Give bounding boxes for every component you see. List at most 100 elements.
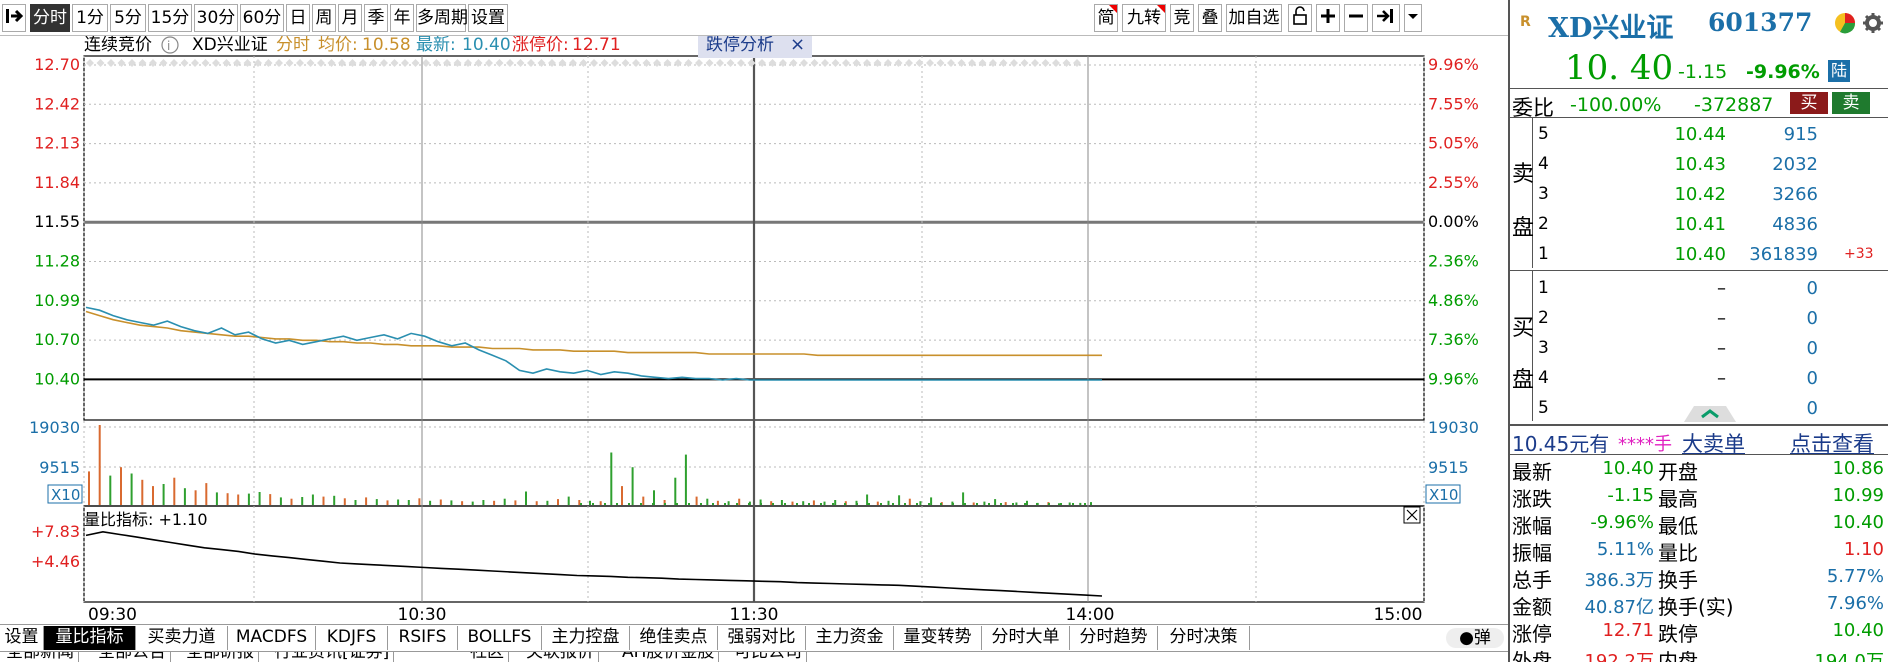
indicator-tab-6[interactable]: BOLLFS: [458, 626, 542, 650]
limit-diamond: [548, 59, 556, 67]
skip-icon[interactable]: [1372, 4, 1400, 32]
plus-icon[interactable]: [1316, 4, 1340, 32]
volume-bar: [397, 499, 400, 505]
news-tab-0[interactable]: 全部新闻: [2, 652, 79, 662]
period-tab-12[interactable]: 设置: [468, 4, 508, 32]
limit-diamond: [905, 59, 913, 67]
close-box-icon[interactable]: [1403, 506, 1421, 524]
time-label: 09:30: [88, 605, 137, 624]
indicator-tab-13[interactable]: 分时趋势: [1070, 626, 1158, 650]
buy-button[interactable]: 买: [1790, 92, 1828, 114]
period-tab-9[interactable]: 季: [364, 4, 388, 32]
stat-label: 涨幅: [1512, 514, 1552, 538]
limit-diamond: [296, 59, 304, 67]
limit-diamond: [537, 59, 546, 67]
pin-icon[interactable]: [2, 4, 26, 32]
tool-button-4[interactable]: 加自选: [1226, 4, 1282, 32]
dropdown-icon[interactable]: [1404, 4, 1422, 32]
volume-bars: [88, 425, 1092, 505]
period-tab-2[interactable]: 5分: [110, 4, 146, 32]
tool-button-3[interactable]: 叠: [1198, 4, 1222, 32]
volume-bar: [162, 484, 165, 505]
ask-level: 5: [1538, 124, 1549, 144]
limit-diamond: [359, 59, 367, 67]
indicator-tab-2[interactable]: 买卖力道: [136, 626, 228, 650]
bid-price: –: [1717, 308, 1726, 329]
stat-value: 5.77%: [1826, 566, 1884, 587]
indicator-tab-4[interactable]: KDJFS: [316, 626, 388, 650]
volume-bar: [429, 500, 432, 505]
indicator-tab-0[interactable]: 设置: [0, 626, 44, 650]
period-tab-0[interactable]: 分时: [30, 4, 70, 32]
gear-icon[interactable]: [1862, 12, 1884, 38]
indicator-tab-8[interactable]: 绝佳卖点: [630, 626, 718, 650]
limit-diamond: [674, 59, 682, 67]
news-tab-6[interactable]: AH股价金股: [618, 652, 720, 662]
pie-chart-icon[interactable]: [1834, 12, 1856, 38]
limit-diamond: [999, 59, 1008, 67]
stat-label: 最高: [1658, 487, 1698, 511]
period-tab-1[interactable]: 1分: [72, 4, 108, 32]
indicator-tab-5[interactable]: RSIFS: [388, 626, 458, 650]
sell-button[interactable]: 卖: [1832, 92, 1870, 114]
period-tab-6[interactable]: 日: [286, 4, 310, 32]
tool-button-1[interactable]: 九转: [1122, 4, 1166, 32]
volume-ratio-label: 量比指标: +1.10: [84, 510, 208, 529]
quote-panel: R XD兴业证 601377 10. 40 -1.15 -9.96% 陆 委比 …: [1508, 0, 1888, 662]
indicator-tab-14[interactable]: 分时决策: [1158, 626, 1250, 650]
limit-diamond: [705, 59, 714, 67]
indicator-tab-3[interactable]: MACDFS: [228, 626, 316, 650]
indicator-tab-11[interactable]: 量变转势: [894, 626, 982, 650]
limit-diamond: [684, 59, 693, 67]
period-tab-5[interactable]: 60分: [240, 4, 284, 32]
volume-bar: [493, 500, 496, 505]
tool-button-0[interactable]: 简: [1094, 4, 1118, 32]
stat-value: 194.0万: [1814, 651, 1884, 662]
limit-diamond: [348, 59, 357, 67]
news-tab-7[interactable]: 可比公司: [730, 652, 807, 662]
news-tab-2[interactable]: 全部研报: [182, 652, 259, 662]
volume-bar: [215, 492, 218, 505]
volume-tick-label-right: 19030: [1428, 418, 1479, 437]
limit-diamond-row: [86, 59, 1081, 67]
stat-value: 12.71: [1602, 620, 1654, 641]
volume-bar: [876, 501, 879, 505]
period-tab-7[interactable]: 周: [312, 4, 336, 32]
period-tab-8[interactable]: 月: [338, 4, 362, 32]
period-tab-10[interactable]: 年: [390, 4, 414, 32]
volume-bar: [748, 503, 750, 505]
period-tab-4[interactable]: 30分: [194, 4, 238, 32]
quote-change: -1.15: [1678, 61, 1728, 83]
indicator-tab-7[interactable]: 主力控盘: [542, 626, 630, 650]
news-tab-4[interactable]: 社区: [466, 652, 509, 662]
indicator-tab-10[interactable]: 主力资金: [806, 626, 894, 650]
popup-toggle-button[interactable]: ●弹: [1446, 628, 1504, 648]
pct-tick-label: 0.00%: [1428, 212, 1479, 231]
ask-level: 1: [1538, 244, 1549, 264]
limit-price-label: 涨停价:: [512, 36, 569, 55]
indicator-tab-12[interactable]: 分时大单: [982, 626, 1070, 650]
limit-diamond: [180, 59, 189, 67]
info-icon[interactable]: i: [161, 36, 179, 54]
limit-diamond: [852, 59, 861, 67]
volume-bar: [418, 498, 421, 505]
news-tab-1[interactable]: 全部公告: [94, 652, 171, 662]
volume-bar: [290, 498, 293, 505]
minus-icon[interactable]: [1344, 4, 1368, 32]
limit-down-analysis-button[interactable]: 跌停分析 ×: [698, 36, 812, 58]
limit-diamond: [212, 59, 220, 67]
indicator-tab-9[interactable]: 强弱对比: [718, 626, 806, 650]
period-tab-3[interactable]: 15分: [148, 4, 192, 32]
news-tab-3[interactable]: 行业资讯[证券]: [270, 652, 395, 662]
volume-bar: [770, 501, 773, 505]
tool-button-2[interactable]: 竞: [1170, 4, 1194, 32]
volume-bar: [130, 473, 133, 505]
period-tab-11[interactable]: 多周期: [416, 4, 468, 32]
limit-diamond: [600, 59, 609, 67]
intraday-chart[interactable]: 12.70 12.42 12.13 11.84 11.55 11.28 10.99 10.70…: [0, 36, 1508, 624]
lock-icon[interactable]: [1288, 4, 1312, 32]
indicator-tab-1[interactable]: 量比指标: [44, 626, 136, 650]
news-tab-5[interactable]: 关联报价: [522, 652, 599, 662]
volume-bar: [152, 486, 154, 505]
indicator-tabs: 设置 量比指标 买卖力道 MACDFS KDJFS RSIFS BOLLFS 主力控盘 绝佳卖点…: [0, 624, 1508, 650]
